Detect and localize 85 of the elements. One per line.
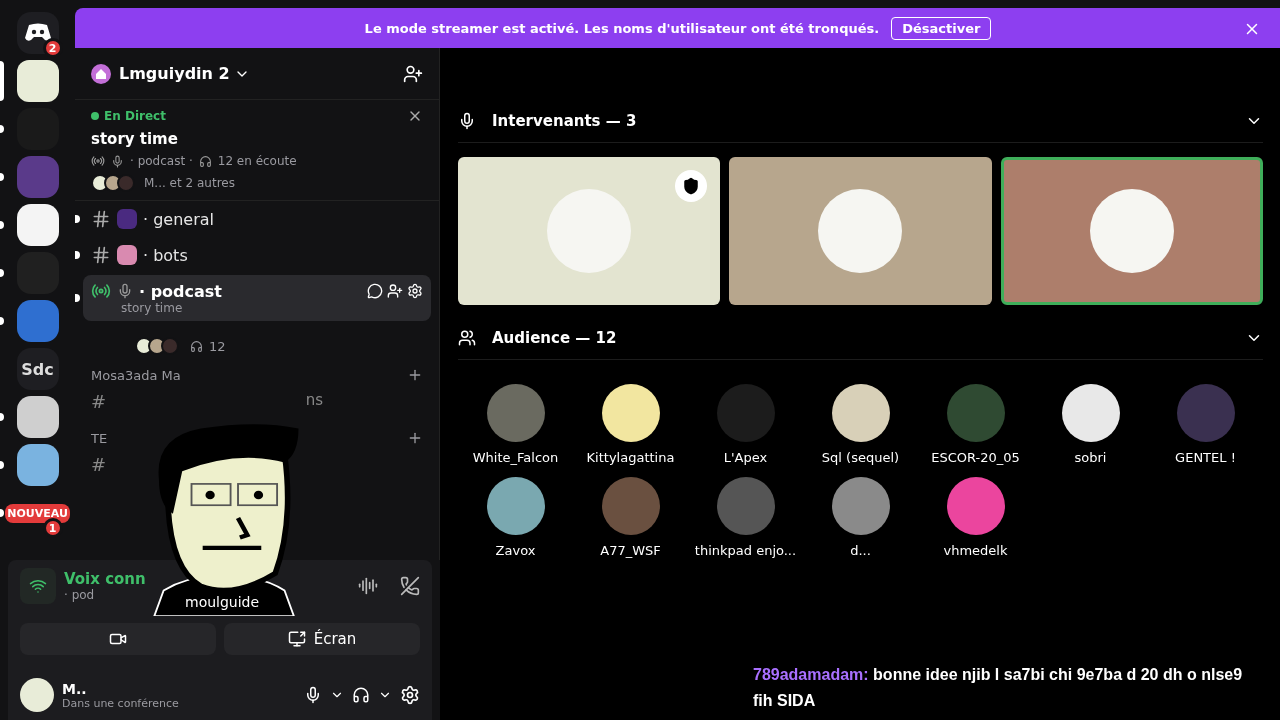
server-name[interactable]: Lmguiydin 2: [119, 64, 395, 83]
add-icon[interactable]: [407, 430, 423, 446]
hang-up-icon[interactable]: [400, 576, 420, 596]
headphones-icon[interactable]: [352, 686, 370, 704]
channel-name: · general: [143, 209, 214, 229]
channel-name-fragment: ns: [305, 391, 323, 411]
microphone-icon[interactable]: [304, 686, 322, 704]
avatar-placeholder[interactable]: [486, 477, 545, 535]
section-title: Intervenants — 3: [492, 112, 638, 130]
participants-text: M... et 2 autres: [144, 176, 235, 190]
speaker-tile[interactable]: [458, 157, 721, 305]
audience-name: Sql (sequel): [821, 450, 900, 465]
channel-name: · bots: [143, 245, 188, 265]
house-icon: [91, 63, 111, 84]
hash-symbol: #: [91, 391, 107, 412]
speaker-tile[interactable]: [1000, 157, 1263, 305]
stage-icon: [91, 154, 105, 168]
home-button[interactable]: [16, 12, 59, 54]
channel-name: · podcast: [139, 281, 222, 301]
speaker-tile[interactable]: [729, 157, 992, 305]
channel-name: · pod: [64, 588, 96, 602]
audience-name: d...: [850, 543, 871, 558]
avatar-placeholder[interactable]: [601, 384, 660, 442]
invite-icon[interactable]: [403, 63, 423, 84]
banner-text: Le mode streamer est activé. Les noms d'utilisateur ont été tronqués.: [364, 20, 880, 36]
hash-icon: [91, 209, 111, 229]
avatar-placeholder[interactable]: [831, 477, 890, 535]
channel-item[interactable]: · general: [83, 203, 431, 235]
event-title: story time: [91, 130, 179, 148]
deactivate-button[interactable]: Désactiver: [891, 16, 992, 40]
soundwave-icon[interactable]: [358, 576, 378, 596]
server-icon[interactable]: [16, 60, 59, 102]
listener-count: 12 en écoute: [217, 154, 297, 168]
listener-count: 12: [209, 338, 226, 354]
game-controller-icon: [24, 23, 51, 43]
audience-name: ESCOR-20_05: [931, 450, 1020, 465]
audience-name: A77_WSF: [600, 543, 661, 558]
voice-status: Voix conn: [64, 570, 147, 588]
server-icon[interactable]: [16, 444, 59, 486]
hash-symbol: #: [91, 454, 107, 475]
channel-topic: story time: [121, 301, 184, 315]
avatar-placeholder[interactable]: [1061, 384, 1120, 442]
user-status: Dans une conférence: [62, 696, 180, 710]
invite-icon[interactable]: [387, 283, 403, 299]
user-name: M..: [62, 680, 88, 697]
audience-name: vhmedelk: [943, 543, 1008, 558]
channel-name: · podcast ·: [130, 154, 193, 168]
audience-name: L'Apex: [723, 450, 768, 465]
headphones-icon: [198, 154, 212, 168]
audience-name: Kittylagattina: [586, 450, 675, 465]
live-label: En Direct: [91, 109, 166, 123]
microphone-icon: [458, 112, 476, 130]
audience-name: White_Falcon: [472, 450, 559, 465]
signal-icon: [20, 568, 56, 604]
audience-name: GENTEL !: [1175, 450, 1236, 465]
audience-name: Zavox: [495, 543, 536, 558]
microphone-icon: [111, 154, 124, 168]
add-icon[interactable]: [407, 367, 423, 383]
hash-icon: [91, 245, 111, 265]
chat-message: 789adamadam: bonne idee njib l sa7bi chi 9e7ba d 20 dh o nlse9 fih SIDA: [753, 665, 1243, 711]
chat-icon[interactable]: [367, 283, 383, 299]
audience-name: thinkpad enjo...: [694, 543, 797, 558]
screen-share-button[interactable]: Écran: [224, 623, 420, 655]
headphones-icon: [190, 339, 203, 353]
notification-badge: 1: [42, 518, 63, 538]
screen-share-icon: [287, 630, 306, 648]
channel-item[interactable]: · bots: [83, 239, 431, 271]
user-avatar: [20, 678, 54, 712]
server-icon[interactable]: [16, 396, 59, 438]
settings-icon[interactable]: [400, 685, 420, 705]
emoji-icon: [117, 245, 137, 265]
settings-icon[interactable]: [407, 283, 423, 299]
server-icon[interactable]: Sdc: [16, 348, 59, 390]
stage-icon: [91, 281, 111, 301]
category-name[interactable]: Mosa3ada Ma: [91, 367, 181, 383]
emoji-icon: [117, 209, 137, 229]
section-title: Audience — 12: [492, 329, 618, 347]
avatar-placeholder[interactable]: [831, 384, 890, 442]
microphone-icon: [117, 283, 133, 299]
people-icon: [458, 329, 476, 347]
audience-name: sobri: [1074, 450, 1107, 465]
new-tag: NOUVEAU: [5, 503, 70, 523]
server-icon[interactable]: [16, 204, 59, 246]
shirt-label: moulguide: [185, 594, 260, 610]
category-name[interactable]: TE: [91, 430, 108, 446]
